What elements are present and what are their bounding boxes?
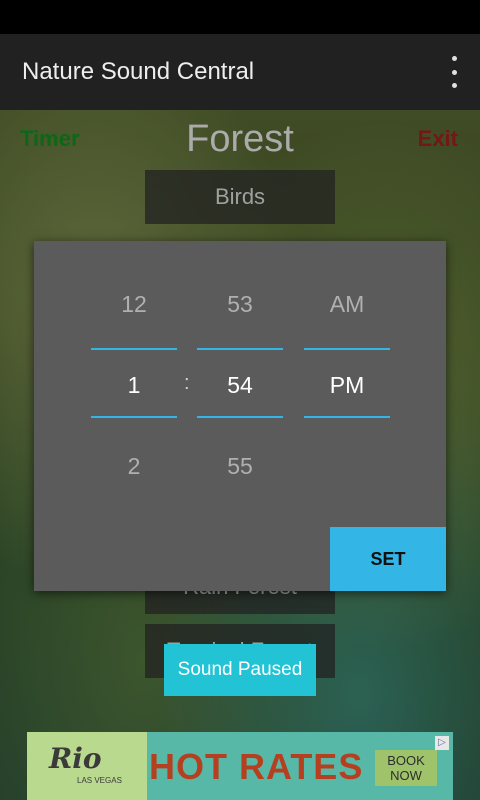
set-button[interactable]: SET bbox=[330, 527, 446, 591]
ad-brand-logo: Rio bbox=[49, 742, 102, 775]
minute-prev[interactable]: 53 bbox=[197, 291, 283, 318]
hour-next[interactable]: 2 bbox=[91, 453, 177, 480]
ad-brand-sub: LAS VEGAS bbox=[77, 776, 122, 785]
ad-headline: HOT RATES bbox=[149, 746, 364, 787]
time-picker-dialog: 12 1 2 : 53 54 55 AM PM SET bbox=[34, 241, 446, 591]
time-separator: : bbox=[184, 372, 190, 394]
ad-cta-line2: NOW bbox=[390, 768, 422, 783]
hour-selected[interactable]: 1 bbox=[91, 372, 177, 399]
ad-cta-line1: BOOK bbox=[387, 753, 425, 768]
hour-divider-bottom bbox=[91, 416, 177, 418]
overflow-menu-icon[interactable] bbox=[442, 56, 466, 88]
ad-book-now-button[interactable]: BOOK NOW bbox=[375, 750, 437, 786]
ad-choices-icon[interactable]: ▷ bbox=[435, 736, 449, 750]
ad-brand-panel: Rio LAS VEGAS bbox=[27, 732, 147, 800]
ad-banner[interactable]: Rio LAS VEGAS HOT RATES BOOK NOW ▷ bbox=[27, 732, 453, 800]
hour-divider-top bbox=[91, 348, 177, 350]
minute-divider-bottom bbox=[197, 416, 283, 418]
ampm-divider-bottom bbox=[304, 416, 390, 418]
ampm-prev[interactable]: AM bbox=[304, 291, 390, 318]
minute-divider-top bbox=[197, 348, 283, 350]
minute-selected[interactable]: 54 bbox=[197, 372, 283, 399]
ampm-divider-top bbox=[304, 348, 390, 350]
toast-message: Sound Paused bbox=[164, 644, 316, 696]
ampm-selected[interactable]: PM bbox=[304, 372, 390, 399]
app-title: Nature Sound Central bbox=[22, 58, 255, 85]
action-bar: Nature Sound Central bbox=[0, 34, 480, 110]
hour-prev[interactable]: 12 bbox=[91, 291, 177, 318]
status-bar bbox=[0, 0, 480, 34]
minute-next[interactable]: 55 bbox=[197, 453, 283, 480]
